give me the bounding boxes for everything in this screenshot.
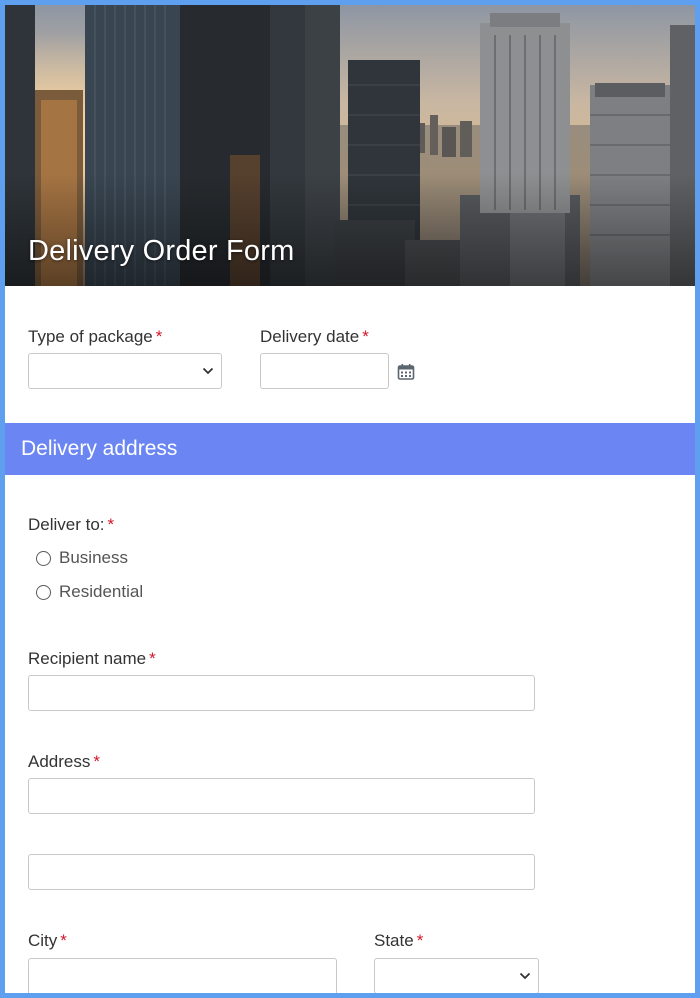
chevron-down-icon: [519, 972, 531, 980]
radio-button[interactable]: [36, 584, 51, 600]
address-label-text: Address: [28, 752, 91, 771]
recipient-name-label: Recipient name *: [28, 649, 156, 669]
radio-option-business[interactable]: Business: [36, 548, 128, 568]
delivery-date-label-text: Delivery date: [260, 327, 360, 346]
section-title: Delivery address: [21, 437, 178, 460]
form-container: Delivery Order Form Type of package * Del…: [5, 5, 695, 993]
required-marker: *: [60, 931, 67, 950]
header-banner: Delivery Order Form: [5, 5, 695, 286]
address-label: Address *: [28, 752, 100, 772]
radio-label-residential: Residential: [59, 582, 144, 601]
chevron-down-icon: [202, 367, 214, 375]
required-marker: *: [155, 327, 163, 346]
package-type-label: Type of package *: [28, 327, 162, 347]
package-type-select[interactable]: [28, 353, 222, 389]
required-marker: *: [107, 515, 115, 534]
radio-label-business: Business: [59, 548, 128, 567]
required-marker: *: [93, 752, 100, 771]
calendar-icon[interactable]: [397, 363, 415, 381]
delivery-date-label: Delivery date *: [260, 327, 369, 347]
radio-option-residential[interactable]: Residential: [36, 582, 143, 602]
delivery-date-input[interactable]: [260, 353, 389, 389]
state-label: State *: [374, 931, 423, 951]
radio-button[interactable]: [36, 550, 51, 566]
address-line1-input[interactable]: [28, 778, 535, 814]
recipient-name-label-text: Recipient name: [28, 649, 147, 668]
address-line2-input[interactable]: [28, 854, 535, 890]
deliver-to-label: Deliver to: *: [28, 515, 114, 535]
form-title: Delivery Order Form: [28, 235, 295, 267]
state-select[interactable]: [374, 958, 539, 993]
required-marker: *: [416, 931, 424, 950]
delivery-address-section-header: Delivery address: [5, 423, 695, 475]
city-label: City *: [28, 931, 67, 951]
city-label-text: City: [28, 931, 58, 950]
required-marker: *: [149, 649, 156, 668]
deliver-to-label-text: Deliver to:: [28, 515, 105, 534]
required-marker: *: [362, 327, 369, 346]
state-label-text: State: [374, 931, 414, 950]
city-input[interactable]: [28, 958, 337, 993]
recipient-name-input[interactable]: [28, 675, 535, 711]
package-type-label-text: Type of package: [28, 327, 153, 346]
